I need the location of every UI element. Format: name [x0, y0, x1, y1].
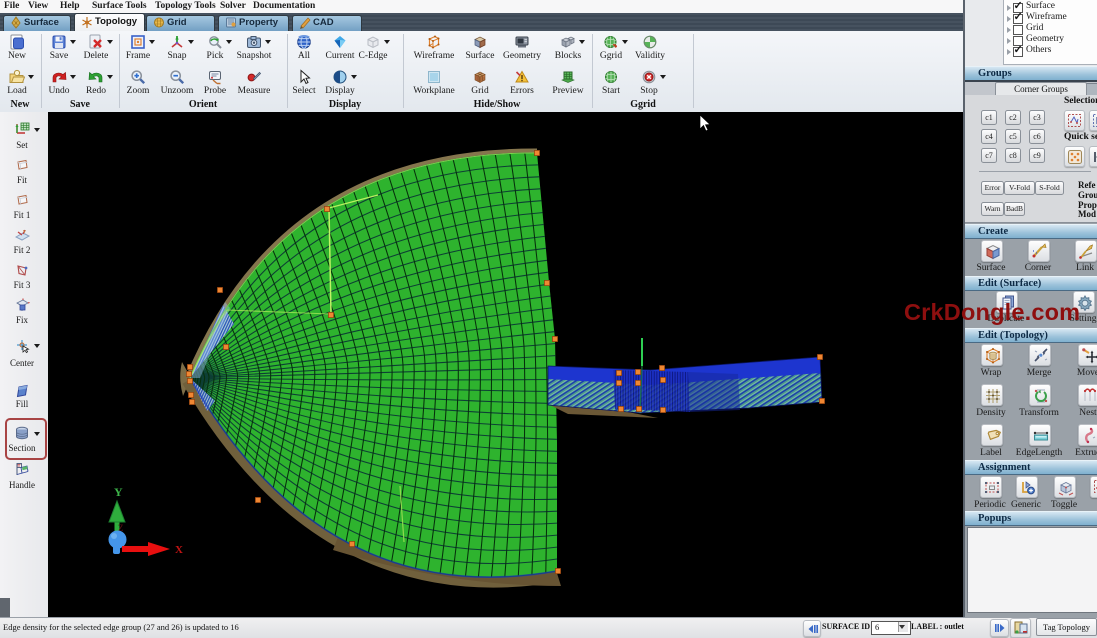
svg-text:v: v — [23, 229, 26, 235]
svg-text:Y: Y — [114, 485, 123, 499]
svg-text:X: X — [175, 544, 183, 556]
